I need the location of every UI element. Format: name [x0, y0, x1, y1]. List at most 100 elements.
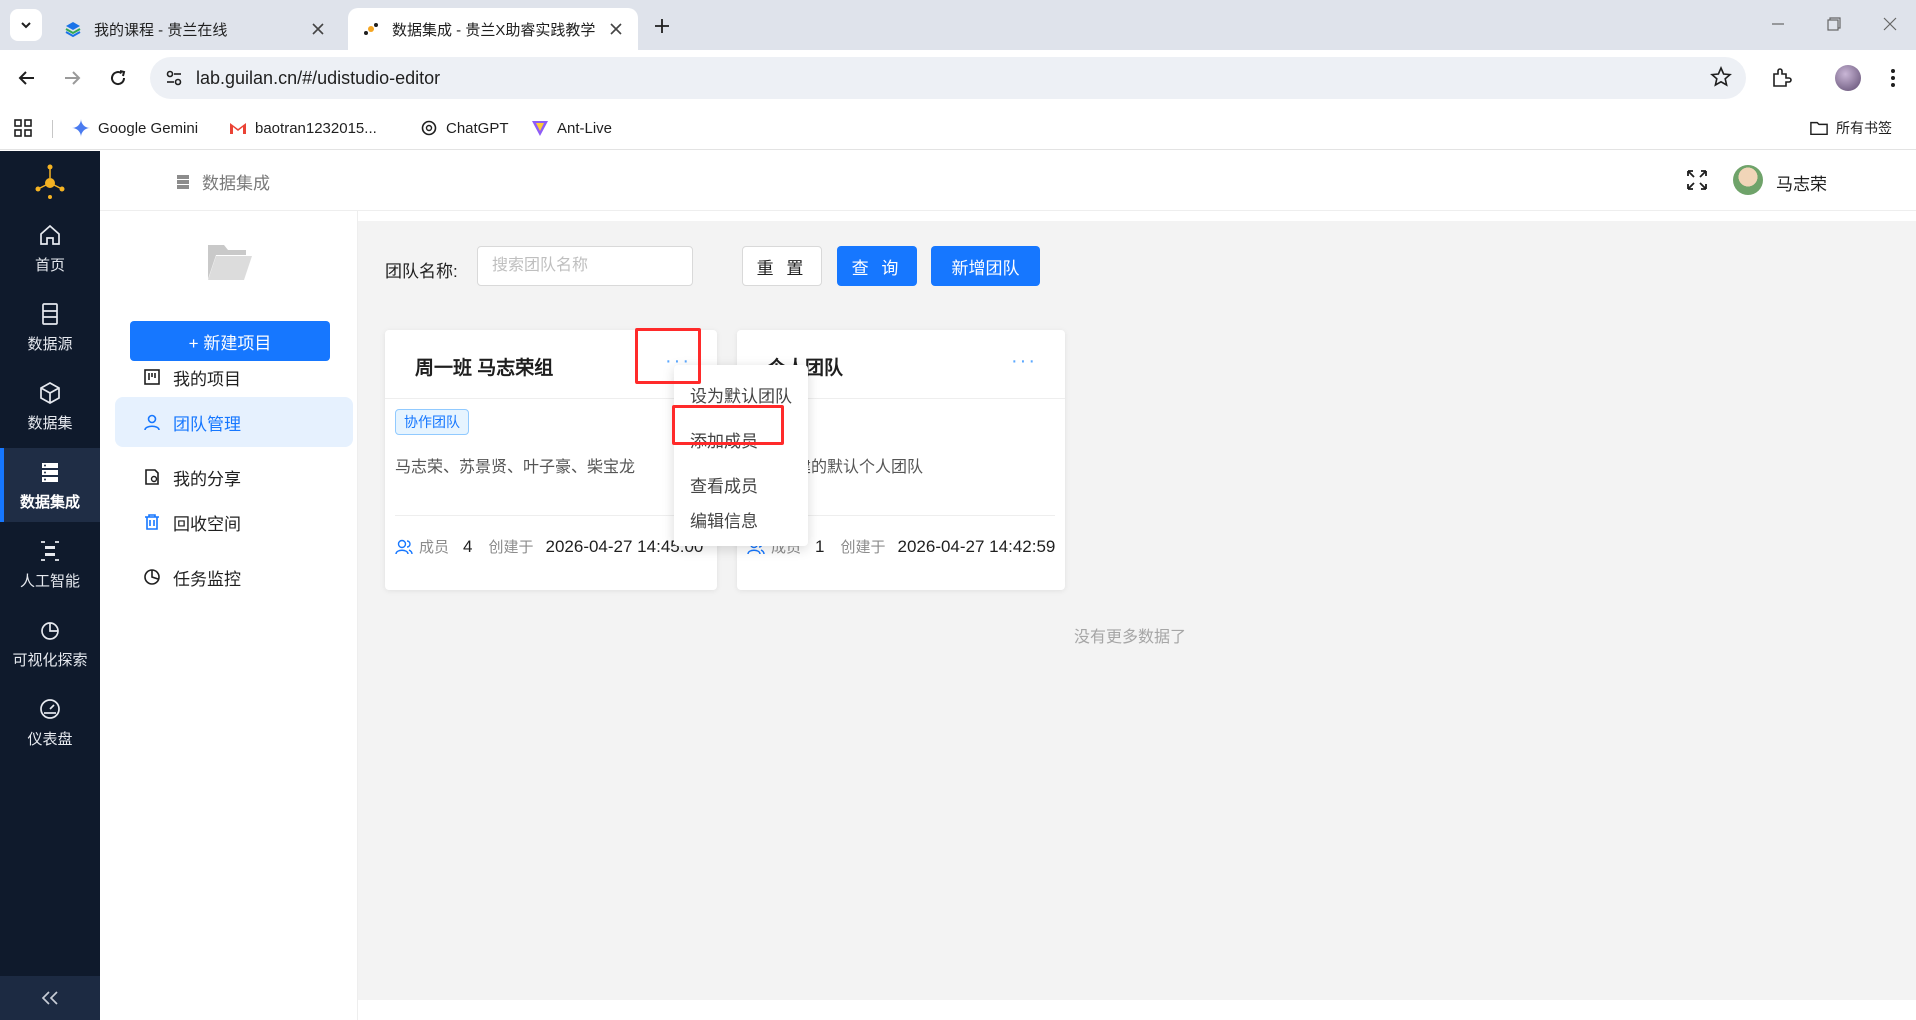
layers-icon — [64, 20, 82, 38]
sidebar-item-my-projects[interactable]: 我的项目 — [115, 352, 353, 402]
browser-tab-integration[interactable]: 数据集成 - 贵兰X助睿实践教学 — [348, 8, 638, 50]
reset-button[interactable]: 重 置 — [742, 246, 822, 286]
nav-home[interactable]: 首页 — [0, 211, 100, 285]
app-nav: 首页 数据源 数据集 数据集成 人工智能 可视化探索 仪表盘 — [0, 151, 100, 1020]
bookmark-label: ChatGPT — [446, 119, 509, 137]
browser-tab-courses[interactable]: 我的课程 - 贵兰在线 — [50, 8, 340, 50]
arrow-right-icon — [65, 71, 81, 85]
created-date: 2026-04-27 14:42:59 — [897, 536, 1056, 556]
apps-button[interactable] — [14, 116, 32, 140]
nav-collapse-button[interactable] — [0, 976, 100, 1020]
user-avatar[interactable] — [1733, 165, 1763, 195]
sidebar-item-label: 任务监控 — [173, 569, 241, 589]
fullscreen-icon — [1687, 170, 1707, 190]
reload-icon — [111, 70, 126, 86]
close-window-button[interactable] — [1870, 8, 1910, 40]
sidebar-item-label: 我的分享 — [173, 469, 241, 489]
nav-datasource[interactable]: 数据源 — [0, 290, 100, 364]
nav-ai[interactable]: 人工智能 — [0, 527, 100, 601]
query-button[interactable]: 查 询 — [837, 246, 917, 286]
team-search-input[interactable] — [477, 246, 693, 286]
restore-icon — [1827, 17, 1841, 31]
nav-label: 数据集成 — [19, 493, 80, 511]
app-logo-icon — [362, 20, 380, 38]
menu-item-edit-info[interactable]: 编辑信息 — [674, 500, 808, 538]
user-name[interactable]: 马志荣 — [1776, 170, 1827, 195]
sidebar-item-label: 我的项目 — [173, 369, 241, 389]
bookmark-star-icon[interactable] — [1710, 65, 1732, 93]
members-icon — [395, 538, 413, 556]
restore-button[interactable] — [1814, 8, 1854, 40]
new-tab-button[interactable] — [648, 12, 676, 40]
sidebar-item-team-management[interactable]: 团队管理 — [115, 397, 353, 447]
reload-button[interactable] — [102, 62, 134, 94]
app-logo-icon — [35, 164, 65, 199]
bookmark-chatgpt[interactable]: ChatGPT — [420, 116, 509, 140]
menu-item-add-member[interactable]: 添加成员 — [674, 420, 808, 458]
created-label: 创建于 — [840, 539, 886, 556]
menu-item-set-default[interactable]: 设为默认团队 — [674, 375, 808, 413]
integration-icon — [37, 459, 63, 485]
members-label: 成员 — [419, 539, 450, 556]
more-actions-icon[interactable]: ··· — [1011, 350, 1037, 373]
menu-button[interactable] — [1877, 62, 1909, 94]
bookmark-label: Google Gemini — [98, 119, 199, 137]
all-bookmarks[interactable]: 所有书签 — [1810, 116, 1892, 140]
no-more-data-text: 没有更多数据了 — [1074, 629, 1187, 646]
tab-search-button[interactable] — [10, 9, 42, 41]
trash-icon — [143, 513, 161, 531]
nav-dashboard[interactable]: 仪表盘 — [0, 685, 100, 759]
fullscreen-button[interactable] — [1686, 169, 1710, 193]
tab-strip: 我的课程 - 贵兰在线 数据集成 - 贵兰X助睿实践教学 — [0, 0, 1916, 50]
team-card[interactable]: 周一班 马志荣组 ··· 协作团队 马志荣、苏景贤、叶子豪、柴宝龙 成员 4 创… — [385, 330, 717, 590]
ai-icon — [37, 538, 63, 564]
nav-dataset[interactable]: 数据集 — [0, 369, 100, 443]
nav-visual-explore[interactable]: 可视化探索 — [0, 606, 100, 680]
all-bookmarks-label: 所有书签 — [1836, 120, 1892, 136]
project-sidebar: + 新建项目 我的项目 团队管理 我的分享 回收空间 任务监控 — [100, 211, 358, 1020]
bookmark-label: Ant-Live — [557, 119, 613, 137]
sidebar-item-recycle-bin[interactable]: 回收空间 — [115, 497, 353, 547]
close-icon[interactable] — [606, 19, 626, 39]
back-button[interactable] — [11, 62, 43, 94]
nav-integration[interactable]: 数据集成 — [0, 448, 100, 522]
sidebar-item-label: 团队管理 — [173, 414, 241, 434]
add-team-button[interactable]: 新增团队 — [931, 246, 1040, 286]
address-bar[interactable]: lab.guilan.cn/#/udistudio-editor — [150, 57, 1746, 99]
site-info-icon[interactable] — [154, 57, 194, 99]
menu-item-view-members[interactable]: 查看成员 — [674, 465, 808, 503]
app-header: 数据集成 马志荣 — [100, 151, 1916, 211]
bookmarks-bar: Google Gemini baotran1232015... ChatGPT … — [0, 106, 1916, 150]
apps-grid-icon — [14, 119, 32, 137]
nav-label: 数据集 — [27, 414, 73, 432]
bookmark-gemini[interactable]: Google Gemini — [72, 116, 198, 140]
sidebar-item-my-share[interactable]: 我的分享 — [115, 452, 353, 502]
visual-explore-icon — [37, 617, 63, 643]
created-label: 创建于 — [488, 539, 534, 556]
minimize-button[interactable] — [1758, 8, 1798, 40]
app-logo[interactable] — [30, 161, 70, 201]
team-card-meta: 成员 4 创建于 2026-04-27 14:45:00 — [395, 536, 703, 557]
bookmark-ant-live[interactable]: Ant-Live — [531, 116, 612, 140]
share-icon — [143, 468, 161, 486]
sidebar-item-task-monitor[interactable]: 任务监控 — [115, 552, 353, 602]
nav-label: 仪表盘 — [27, 730, 73, 748]
extensions-button[interactable] — [1765, 62, 1797, 94]
forward-button[interactable] — [56, 62, 88, 94]
main-content: 团队名称: 重 置 查 询 新增团队 周一班 马志荣组 ··· 协作团队 马志荣… — [358, 221, 1916, 1000]
nav-label: 可视化探索 — [12, 651, 88, 669]
profile-avatar[interactable] — [1835, 65, 1861, 91]
dashboard-icon — [37, 696, 63, 722]
dataset-icon — [37, 380, 63, 406]
arrow-left-icon — [18, 71, 34, 85]
members-count: 1 — [815, 536, 825, 556]
folder-open-icon — [206, 239, 254, 283]
close-icon[interactable] — [308, 19, 328, 39]
breadcrumb: 数据集成 — [174, 169, 270, 194]
bookmark-gmail[interactable]: baotran1232015... — [229, 116, 377, 140]
browser-toolbar: lab.guilan.cn/#/udistudio-editor — [0, 50, 1916, 106]
members-count: 4 — [463, 536, 473, 556]
breadcrumb-text: 数据集成 — [202, 174, 270, 193]
kebab-menu-icon — [1891, 69, 1895, 87]
tab-title: 数据集成 - 贵兰X助睿实践教学 — [392, 21, 596, 39]
